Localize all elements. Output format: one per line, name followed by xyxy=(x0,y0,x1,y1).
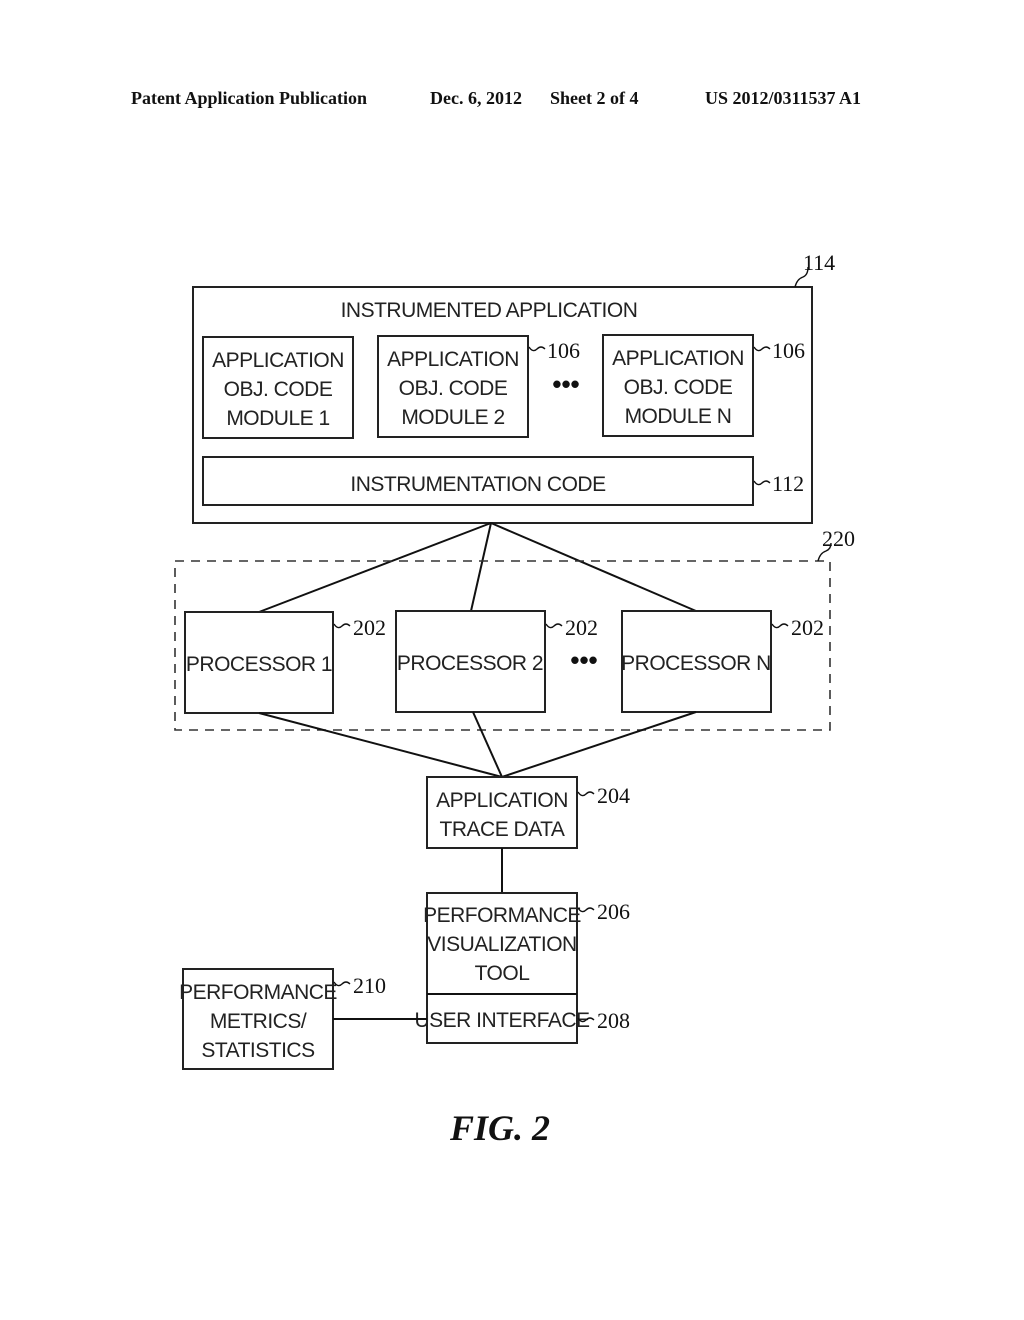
ref-106-module-2: 106 xyxy=(547,338,580,363)
ref-204: 204 xyxy=(597,783,630,808)
connector-app-processor-2 xyxy=(470,522,492,612)
ref-106-module-n: 106 xyxy=(772,338,805,363)
module-n-line-1: APPLICATION xyxy=(612,347,744,370)
ref-220: 220 xyxy=(822,526,855,551)
ref-leader-204 xyxy=(577,791,595,797)
processor-n-label: PROCESSOR N xyxy=(621,652,771,675)
module-1-line-3: MODULE 1 xyxy=(226,407,329,430)
ref-202-processor-2: 202 xyxy=(565,615,598,640)
connector-processor-2-trace xyxy=(472,711,503,778)
visualization-tool-line-2: VISUALIZATION xyxy=(427,933,576,956)
module-1-line-1: APPLICATION xyxy=(212,349,344,372)
trace-data-line-1: APPLICATION xyxy=(436,789,568,812)
processor-2-label: PROCESSOR 2 xyxy=(397,652,543,675)
ref-leader-202c xyxy=(771,623,789,629)
connector-processor-1-trace xyxy=(258,712,503,778)
ref-leader-202b xyxy=(545,623,563,629)
trace-data-line-2: TRACE DATA xyxy=(440,818,565,841)
visualization-tool-line-3: TOOL xyxy=(475,962,530,985)
ref-210: 210 xyxy=(353,973,386,998)
modules-ellipsis: ••• xyxy=(552,369,579,399)
user-interface-label: USER INTERFACE xyxy=(414,1009,590,1032)
figure-label: FIG. 2 xyxy=(449,1108,550,1148)
ref-114: 114 xyxy=(803,250,835,275)
block-diagram: INSTRUMENTED APPLICATION 114 APPLICATION… xyxy=(174,250,855,1148)
ref-leader-202a xyxy=(333,623,351,629)
processor-1-label: PROCESSOR 1 xyxy=(186,653,332,676)
module-2-line-1: APPLICATION xyxy=(387,348,519,371)
module-n-line-3: MODULE N xyxy=(625,405,732,428)
processors-ellipsis: ••• xyxy=(570,645,597,675)
metrics-line-3: STATISTICS xyxy=(201,1039,315,1062)
instrumented-application-title: INSTRUMENTED APPLICATION xyxy=(341,299,638,322)
module-n-line-2: OBJ. CODE xyxy=(624,376,733,399)
connector-app-processor-1 xyxy=(258,522,492,613)
module-2-line-2: OBJ. CODE xyxy=(399,377,508,400)
visualization-tool-line-1: PERFORMANCE xyxy=(423,904,581,927)
ref-202-processor-n: 202 xyxy=(791,615,824,640)
module-1-line-2: OBJ. CODE xyxy=(224,378,333,401)
metrics-line-2: METRICS/ xyxy=(210,1010,307,1033)
ref-202-processor-1: 202 xyxy=(353,615,386,640)
instrumentation-code-label: INSTRUMENTATION CODE xyxy=(350,473,606,496)
ref-208: 208 xyxy=(597,1008,630,1033)
module-2-line-3: MODULE 2 xyxy=(401,406,504,429)
ref-112: 112 xyxy=(772,471,804,496)
connector-processor-n-trace xyxy=(501,711,697,778)
connector-app-processor-n xyxy=(490,522,697,612)
metrics-line-1: PERFORMANCE xyxy=(179,981,337,1004)
ref-206: 206 xyxy=(597,899,630,924)
